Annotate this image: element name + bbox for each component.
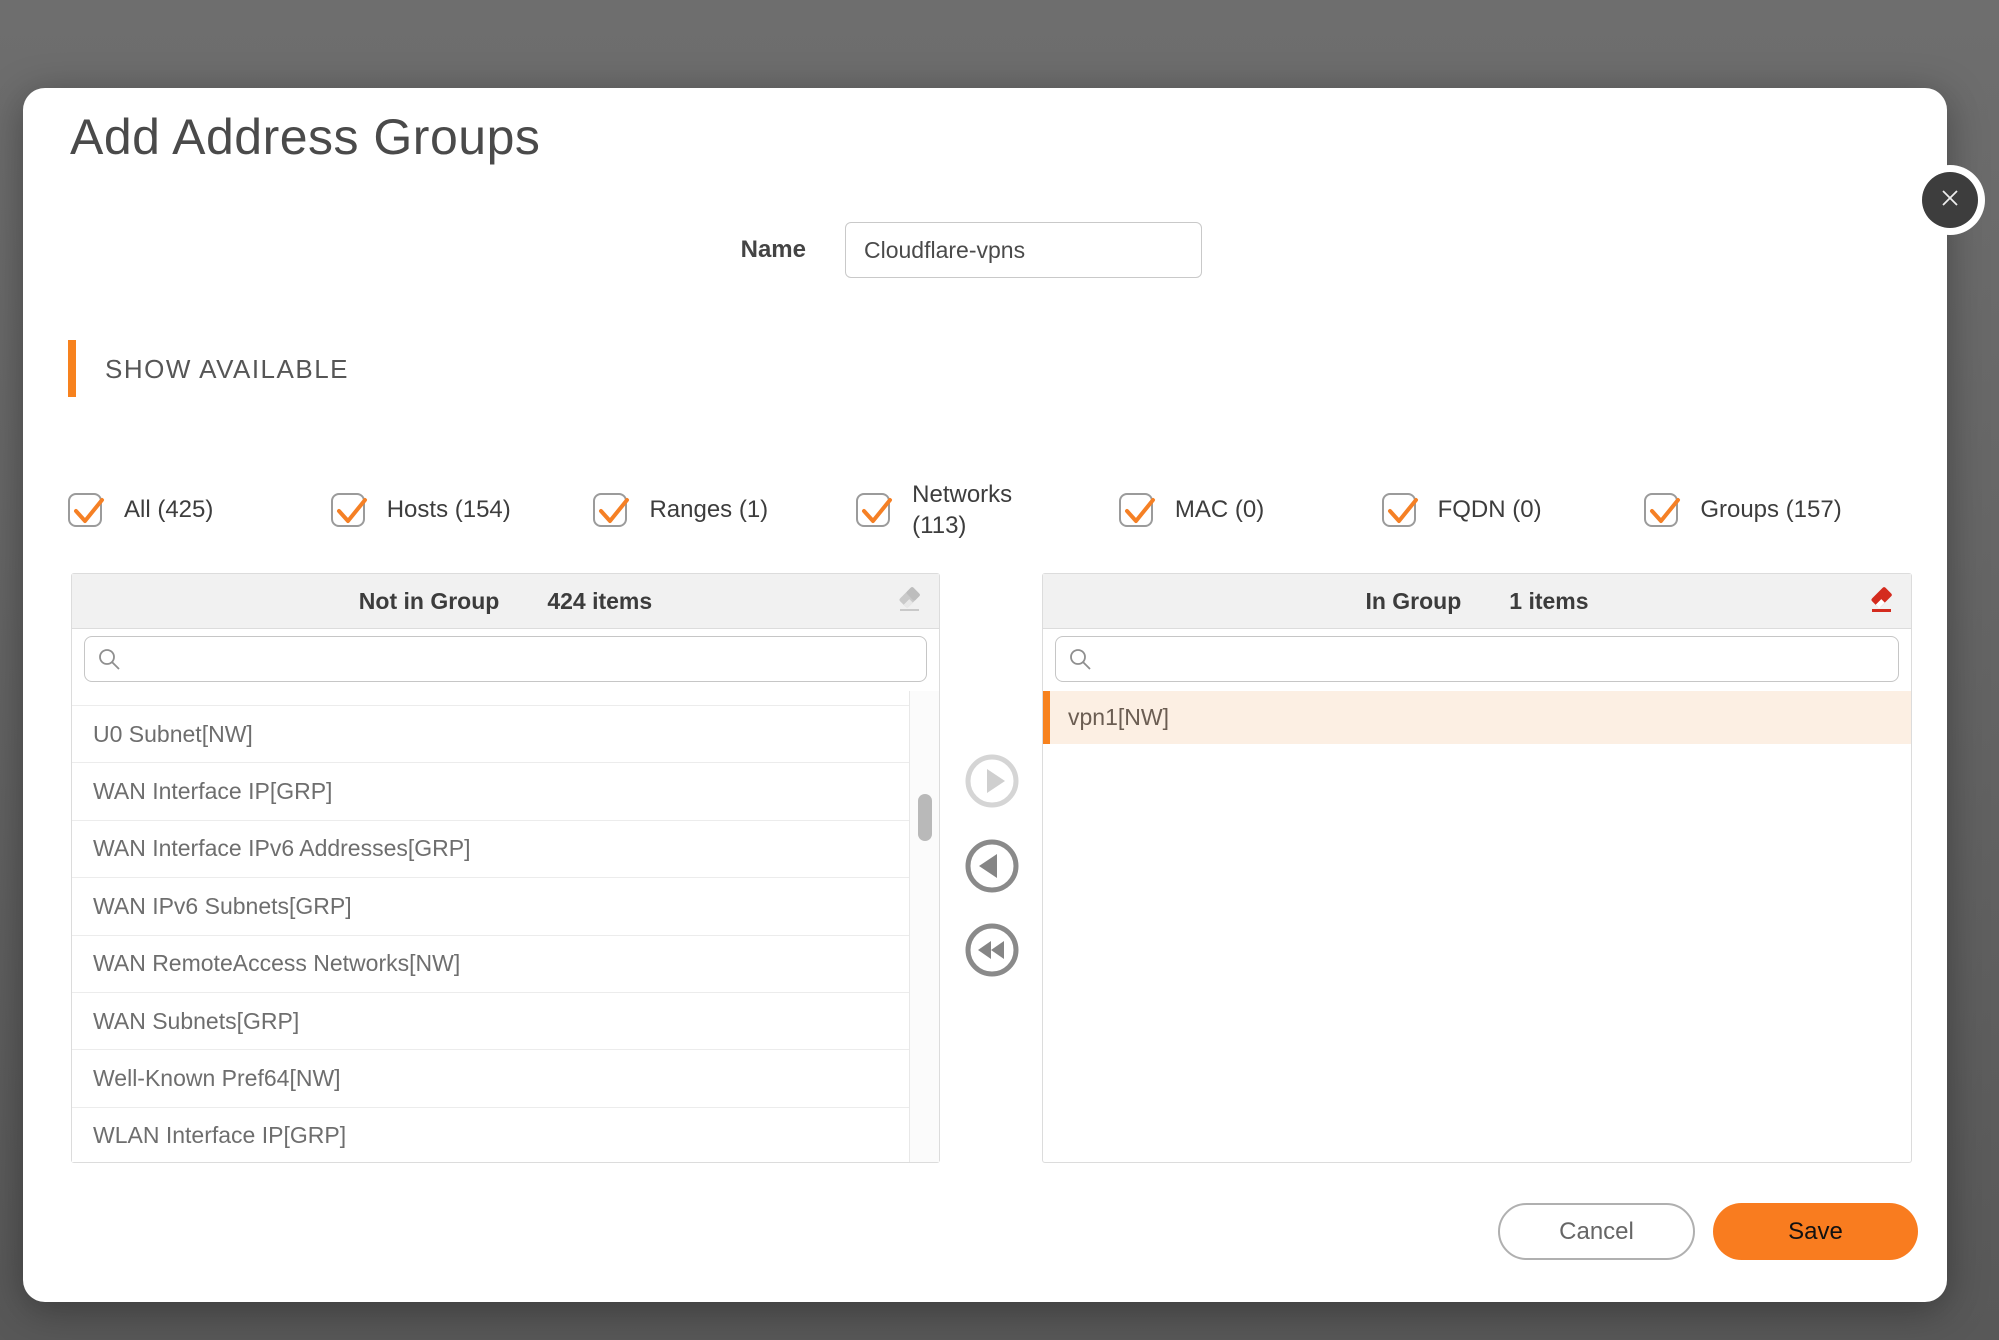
move-left-button[interactable] [963, 837, 1021, 895]
double-arrow-left-icon [963, 967, 1021, 982]
clear-group-button[interactable] [1867, 587, 1897, 617]
in-group-header: In Group 1 items [1043, 574, 1911, 629]
list-item-label: vpn1[NW] [1068, 704, 1169, 731]
filter-label: Ranges (1) [649, 494, 768, 525]
filter-checkbox-item[interactable]: Ranges (1) [593, 493, 856, 527]
not-in-group-header: Not in Group 424 items [72, 574, 939, 629]
filter-checkbox-item[interactable]: All (425) [68, 493, 331, 527]
list-item[interactable]: WLAN Interface IP[GRP] [72, 1108, 909, 1162]
filter-label: Groups (157) [1700, 494, 1841, 525]
filter-label: FQDN (0) [1438, 494, 1542, 525]
save-button[interactable]: Save [1713, 1203, 1918, 1260]
list-item-label: WAN Interface IPv6 Addresses[GRP] [93, 835, 471, 862]
filter-checkbox-item[interactable]: Networks (113) [856, 479, 1119, 541]
filter-checkbox[interactable] [1119, 493, 1153, 527]
name-label: Name [700, 236, 806, 264]
list-item[interactable]: Well-Known Pref64[NW] [72, 1050, 909, 1107]
filter-label: All (425) [124, 494, 213, 525]
filter-checkbox-row: All (425) Hosts (154) Ranges (1) Networks (… [68, 476, 1907, 544]
list-item-label: WAN IPv6 Subnets[GRP] [93, 893, 352, 920]
section-label: SHOW AVAILABLE [105, 354, 349, 385]
panel-title: In Group [1365, 588, 1461, 615]
name-input[interactable] [845, 222, 1202, 278]
not-in-group-list: U0 Subnet[NW] WAN Interface IP[GRP] WAN In… [72, 691, 909, 1162]
list-item-label: WAN Subnets[GRP] [93, 1008, 299, 1035]
clear-selection-button[interactable] [895, 587, 925, 617]
list-item[interactable]: WAN Interface IPv6 Addresses[GRP] [72, 821, 909, 878]
close-icon [1937, 185, 1963, 216]
filter-checkbox[interactable] [856, 493, 890, 527]
list-item-label: U0 Subnet[NW] [93, 721, 253, 748]
filter-checkbox-item[interactable]: Groups (157) [1644, 493, 1907, 527]
list-item-label: WLAN Interface IP[GRP] [93, 1122, 346, 1149]
move-right-button[interactable] [963, 752, 1021, 810]
filter-checkbox-item[interactable]: Hosts (154) [331, 493, 594, 527]
section-accent-bar [68, 340, 76, 397]
arrow-left-icon [963, 883, 1021, 898]
filter-checkbox-item[interactable]: MAC (0) [1119, 493, 1382, 527]
list-item-label: WAN RemoteAccess Networks[NW] [93, 950, 460, 977]
filter-checkbox[interactable] [68, 493, 102, 527]
list-item-label: WAN Interface IP[GRP] [93, 778, 332, 805]
list-item[interactable]: WAN Subnets[GRP] [72, 993, 909, 1050]
scrollbar-thumb[interactable] [918, 794, 932, 841]
list-item[interactable]: WAN Interface IP[GRP] [72, 763, 909, 820]
filter-checkbox-item[interactable]: FQDN (0) [1382, 493, 1645, 527]
search-input[interactable] [129, 637, 918, 681]
list-item-selected[interactable]: vpn1[NW] [1043, 691, 1911, 744]
list-item[interactable]: WAN RemoteAccess Networks[NW] [72, 936, 909, 993]
list-item-label: Well-Known Pref64[NW] [93, 1065, 341, 1092]
filter-checkbox[interactable] [331, 493, 365, 527]
close-button[interactable] [1922, 172, 1978, 228]
search-input[interactable] [1100, 637, 1890, 681]
filter-label: Networks (113) [912, 479, 1044, 541]
list-item[interactable]: WAN IPv6 Subnets[GRP] [72, 878, 909, 935]
in-group-search [1055, 636, 1899, 682]
dialog-title: Add Address Groups [70, 108, 540, 166]
cancel-button[interactable]: Cancel [1498, 1203, 1695, 1260]
not-in-group-panel: Not in Group 424 items [71, 573, 940, 1163]
panel-count: 424 items [547, 588, 652, 615]
panel-title: Not in Group [359, 588, 500, 615]
eraser-icon-red [1868, 586, 1896, 619]
in-group-panel: In Group 1 items [1042, 573, 1912, 1163]
list-item-partial [72, 691, 909, 706]
filter-label: Hosts (154) [387, 494, 511, 525]
filter-label: MAC (0) [1175, 494, 1264, 525]
move-all-left-button[interactable] [963, 921, 1021, 979]
in-group-list: vpn1[NW] [1043, 691, 1911, 1162]
not-in-group-search [84, 636, 927, 682]
list-item[interactable]: U0 Subnet[NW] [72, 706, 909, 763]
scrollbar-track[interactable] [909, 691, 939, 1162]
filter-checkbox[interactable] [593, 493, 627, 527]
panel-count: 1 items [1509, 588, 1588, 615]
add-address-groups-dialog: Add Address Groups Name SHOW AVAILABLE A… [23, 88, 1947, 1302]
arrow-right-icon [963, 798, 1021, 813]
eraser-icon [896, 586, 924, 619]
filter-checkbox[interactable] [1644, 493, 1678, 527]
filter-checkbox[interactable] [1382, 493, 1416, 527]
